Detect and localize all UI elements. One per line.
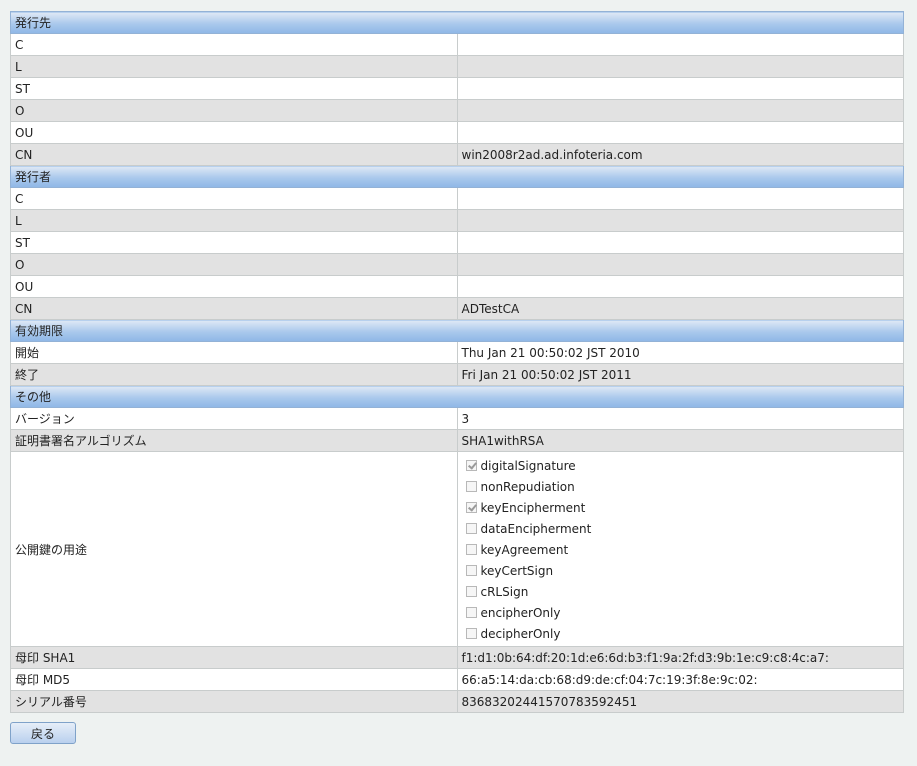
other-row-key-usage: 公開鍵の用途 digitalSignature nonRepudiation k… [10, 451, 904, 647]
key-usage-label: keyAgreement [480, 542, 569, 557]
field-label: C [10, 33, 458, 56]
key-usage-checkbox [465, 502, 477, 513]
field-value [456, 121, 904, 144]
section-title: 発行先 [10, 11, 904, 34]
field-value [456, 187, 904, 210]
key-usage-checkbox [465, 565, 477, 576]
field-value: 66:a5:14:da:cb:68:d9:de:cf:04:7c:19:3f:8… [456, 668, 904, 691]
key-usage-label: decipherOnly [480, 626, 561, 641]
key-usage-checkbox [465, 460, 477, 471]
field-value: Thu Jan 21 00:50:02 JST 2010 [456, 341, 904, 364]
field-label: バージョン [10, 407, 458, 430]
field-value [456, 231, 904, 254]
section-title: その他 [10, 385, 904, 408]
key-usage-label: keyCertSign [480, 563, 554, 578]
field-label: 母印 SHA1 [10, 646, 458, 669]
issuer-row-ou: OU [10, 275, 904, 298]
subject-row-l: L [10, 55, 904, 78]
field-value [456, 253, 904, 276]
key-usage-list: digitalSignature nonRepudiation keyEncip… [462, 453, 900, 646]
field-value: win2008r2ad.ad.infoteria.com [456, 143, 904, 166]
key-usage-label: keyEncipherment [480, 500, 586, 515]
validity-row-start: 開始 Thu Jan 21 00:50:02 JST 2010 [10, 341, 904, 364]
key-usage-label: encipherOnly [480, 605, 561, 620]
certificate-details: 発行先 C L ST O OU CN win2008r2ad.ad.infote… [10, 11, 904, 713]
field-label: L [10, 209, 458, 232]
back-button[interactable]: 戻る [10, 722, 76, 744]
key-usage-checkbox [465, 586, 477, 597]
key-usage-checkbox [465, 628, 477, 639]
field-value: SHA1withRSA [456, 429, 904, 452]
field-label: CN [10, 143, 458, 166]
field-label: C [10, 187, 458, 210]
other-row-md5: 母印 MD5 66:a5:14:da:cb:68:d9:de:cf:04:7c:… [10, 668, 904, 691]
key-usage-cell: digitalSignature nonRepudiation keyEncip… [456, 451, 904, 647]
field-value [456, 209, 904, 232]
other-row-sha1: 母印 SHA1 f1:d1:0b:64:df:20:1d:e6:6d:b3:f1… [10, 646, 904, 669]
key-usage-checkbox [465, 544, 477, 555]
field-value: Fri Jan 21 00:50:02 JST 2011 [456, 363, 904, 386]
field-value [456, 99, 904, 122]
field-value [456, 33, 904, 56]
subject-row-c: C [10, 33, 904, 56]
key-usage-item: nonRepudiation [465, 476, 900, 497]
field-value [456, 55, 904, 78]
field-label: 開始 [10, 341, 458, 364]
section-other-header: その他 [10, 385, 904, 408]
section-subject-header: 発行先 [10, 11, 904, 34]
field-label: OU [10, 121, 458, 144]
field-value: ADTestCA [456, 297, 904, 320]
key-usage-label: digitalSignature [480, 458, 576, 473]
field-label: ST [10, 77, 458, 100]
field-label: 公開鍵の用途 [10, 451, 458, 647]
section-issuer-header: 発行者 [10, 165, 904, 188]
field-value [456, 275, 904, 298]
subject-row-cn: CN win2008r2ad.ad.infoteria.com [10, 143, 904, 166]
field-value: 3 [456, 407, 904, 430]
subject-row-o: O [10, 99, 904, 122]
field-label: シリアル番号 [10, 690, 458, 713]
issuer-row-cn: CN ADTestCA [10, 297, 904, 320]
other-row-serial: シリアル番号 8368320244157078359245​1 [10, 690, 904, 713]
field-value: f1:d1:0b:64:df:20:1d:e6:6d:b3:f1:9a:2f:d… [456, 646, 904, 669]
other-row-algorithm: 証明書署名アルゴリズム SHA1withRSA [10, 429, 904, 452]
key-usage-item: keyEncipherment [465, 497, 900, 518]
key-usage-checkbox [465, 481, 477, 492]
key-usage-item: digitalSignature [465, 455, 900, 476]
key-usage-item: dataEncipherment [465, 518, 900, 539]
section-title: 有効期限 [10, 319, 904, 342]
field-label: 母印 MD5 [10, 668, 458, 691]
key-usage-item: encipherOnly [465, 602, 900, 623]
field-label: O [10, 253, 458, 276]
field-label: OU [10, 275, 458, 298]
field-label: O [10, 99, 458, 122]
key-usage-item: keyAgreement [465, 539, 900, 560]
subject-row-ou: OU [10, 121, 904, 144]
issuer-row-c: C [10, 187, 904, 210]
key-usage-checkbox [465, 607, 477, 618]
key-usage-item: cRLSign [465, 581, 900, 602]
key-usage-item: keyCertSign [465, 560, 900, 581]
field-label: L [10, 55, 458, 78]
issuer-row-o: O [10, 253, 904, 276]
field-label: CN [10, 297, 458, 320]
key-usage-label: cRLSign [480, 584, 529, 599]
field-label: ST [10, 231, 458, 254]
field-value [456, 77, 904, 100]
validity-row-end: 終了 Fri Jan 21 00:50:02 JST 2011 [10, 363, 904, 386]
key-usage-checkbox [465, 523, 477, 534]
key-usage-item: decipherOnly [465, 623, 900, 644]
section-title: 発行者 [10, 165, 904, 188]
issuer-row-l: L [10, 209, 904, 232]
subject-row-st: ST [10, 77, 904, 100]
other-row-version: バージョン 3 [10, 407, 904, 430]
key-usage-label: nonRepudiation [480, 479, 575, 494]
certificate-table: 発行先 C L ST O OU CN win2008r2ad.ad.infote… [10, 11, 904, 713]
section-validity-header: 有効期限 [10, 319, 904, 342]
field-label: 終了 [10, 363, 458, 386]
field-value: 8368320244157078359245​1 [456, 690, 904, 713]
issuer-row-st: ST [10, 231, 904, 254]
field-label: 証明書署名アルゴリズム [10, 429, 458, 452]
key-usage-label: dataEncipherment [480, 521, 592, 536]
